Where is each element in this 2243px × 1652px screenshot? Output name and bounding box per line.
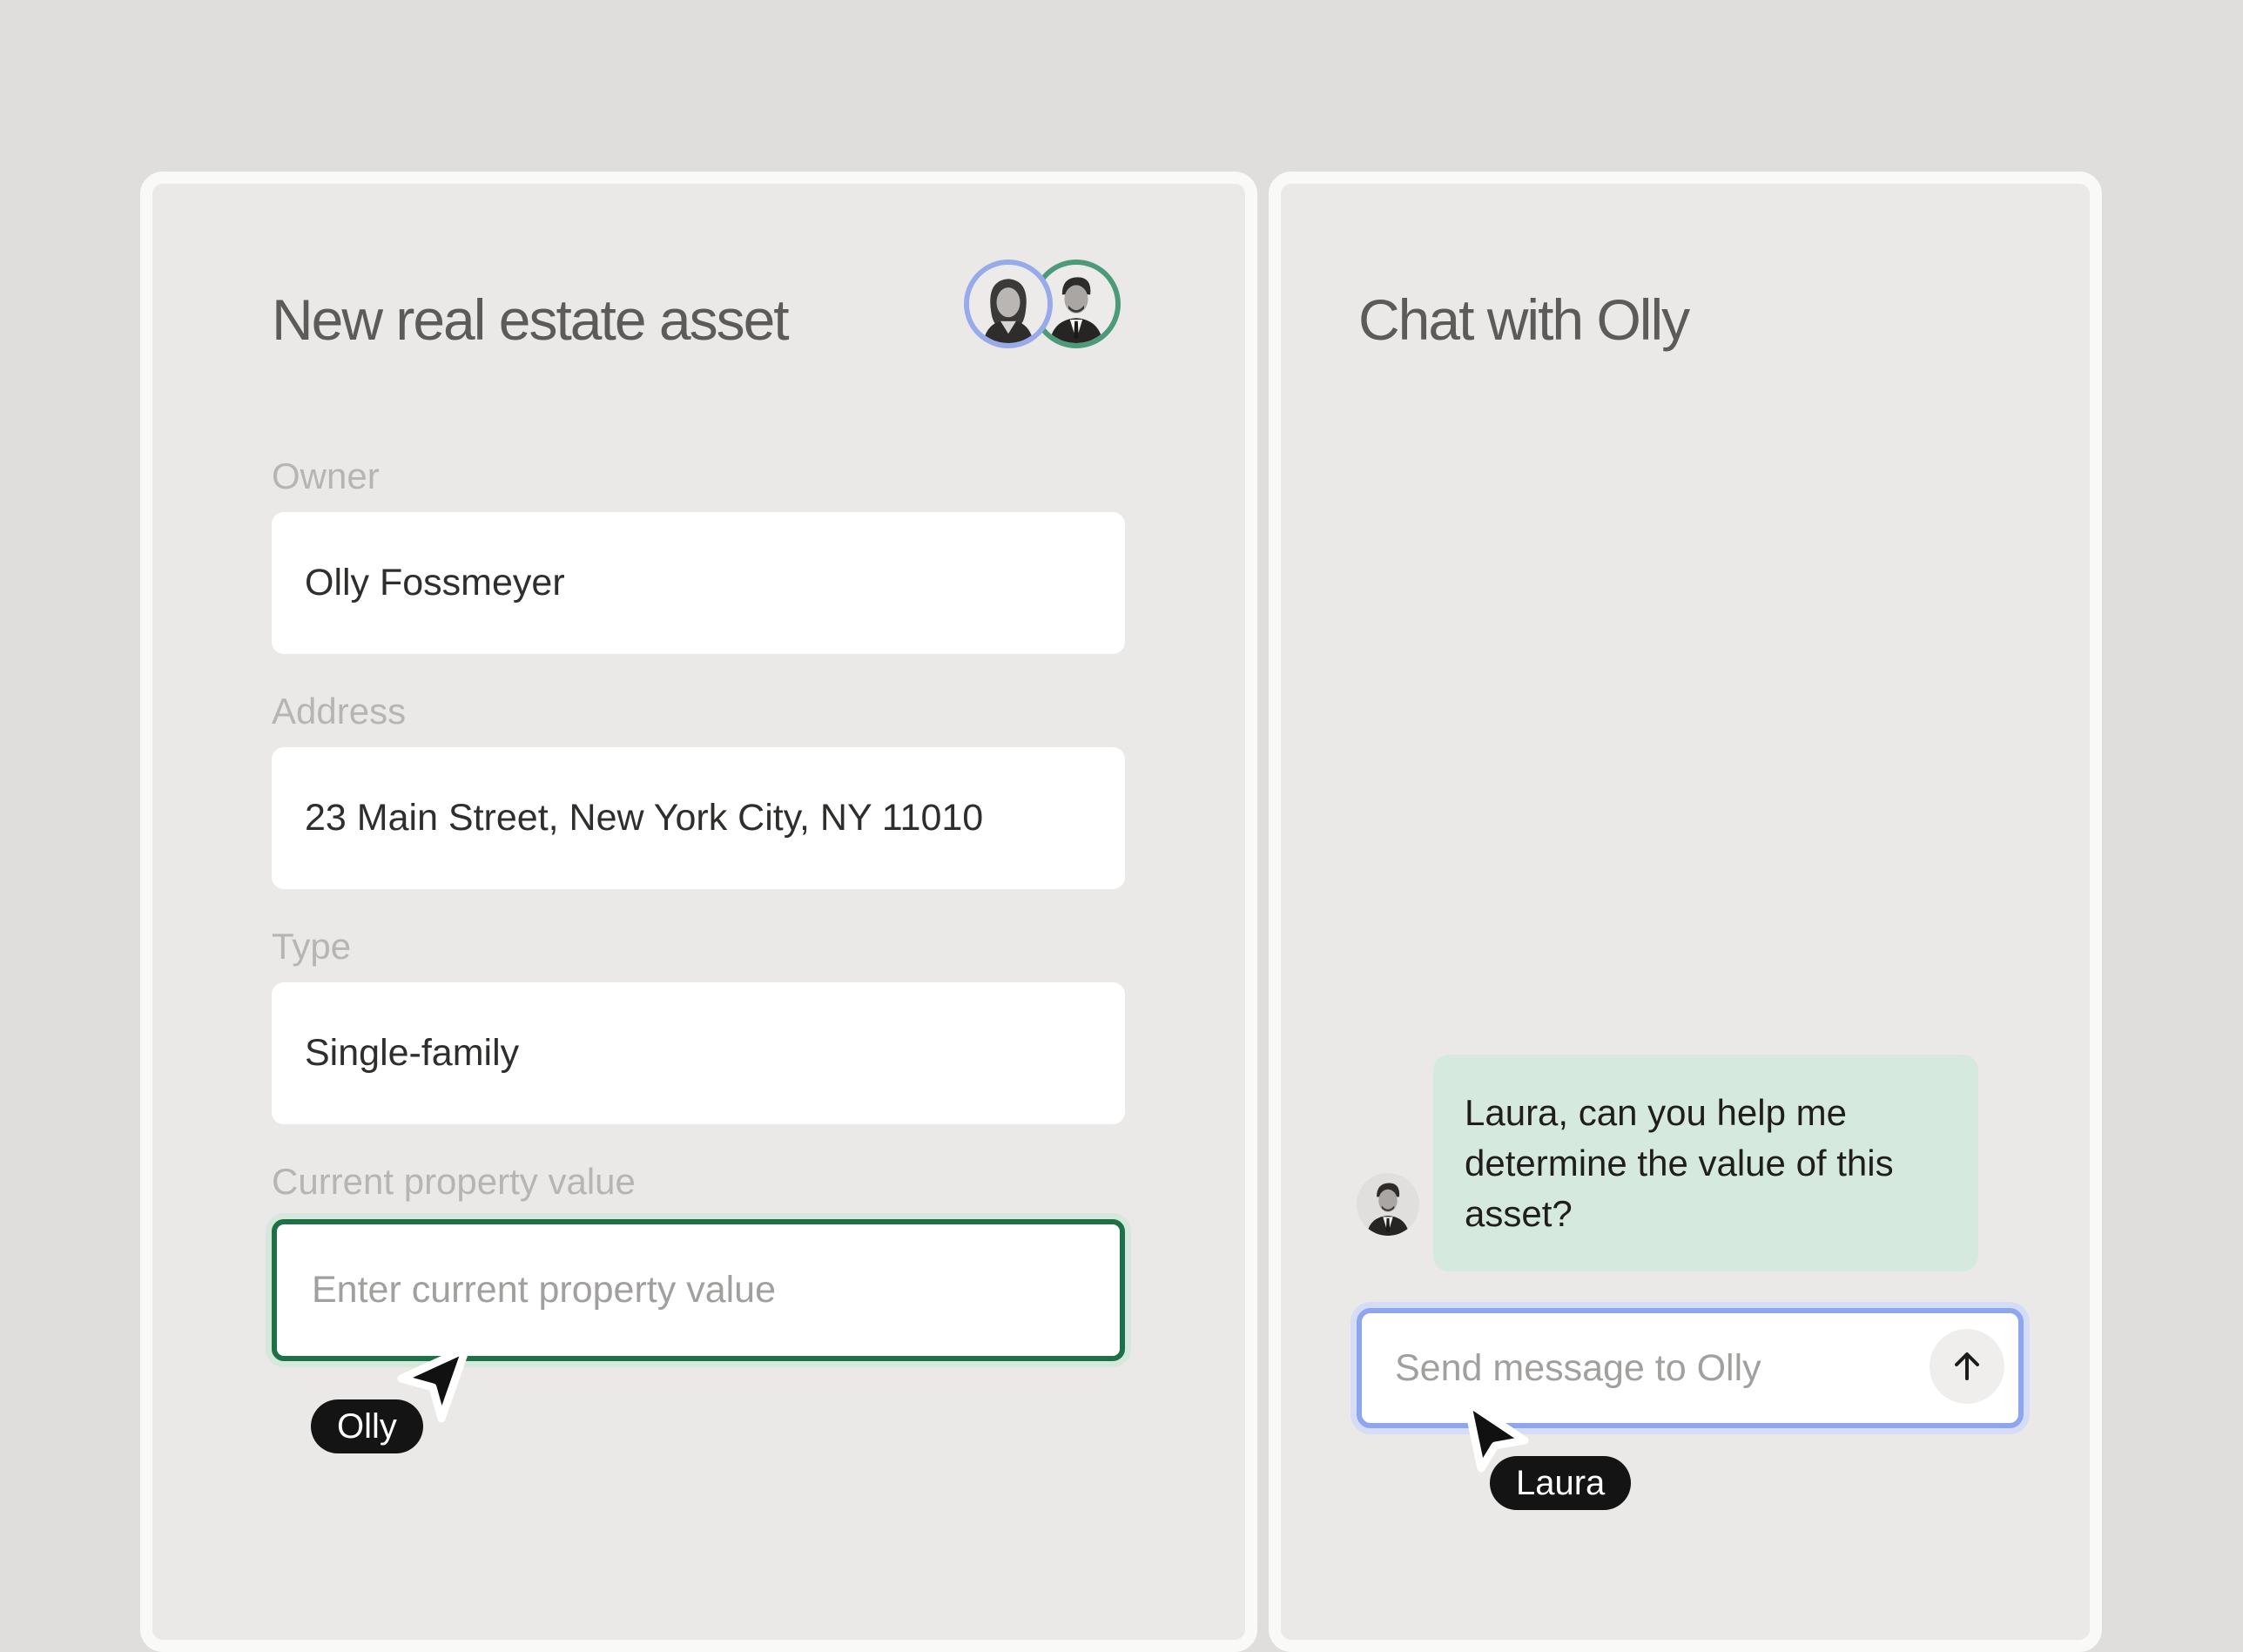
arrow-up-icon xyxy=(1955,1352,1979,1380)
female-avatar-icon xyxy=(969,265,1047,343)
owner-field[interactable]: Olly Fossmeyer xyxy=(272,512,1125,654)
chat-title: Chat with Olly xyxy=(1358,287,1690,352)
message-sender-avatar xyxy=(1357,1173,1419,1236)
form-title: New real estate asset xyxy=(272,287,790,352)
type-label: Type xyxy=(272,926,352,967)
chat-panel: Chat with Olly Laura, can you help me de… xyxy=(1269,172,2102,1652)
collaborator-avatar-laura[interactable] xyxy=(964,260,1053,348)
type-field[interactable]: Single-family xyxy=(272,982,1125,1124)
laura-cursor-tag: Laura xyxy=(1490,1456,1632,1510)
owner-label: Owner xyxy=(272,455,380,496)
address-field[interactable]: 23 Main Street, New York City, NY 11010 xyxy=(272,747,1125,889)
olly-cursor-tag: Olly xyxy=(311,1399,423,1453)
asset-form-panel: New real estate asset Owner Olly Fossmey… xyxy=(140,172,1257,1652)
address-label: Address xyxy=(272,691,407,732)
send-button[interactable] xyxy=(1930,1329,2004,1404)
property-value-label: Current property value xyxy=(272,1161,636,1202)
chat-message-bubble: Laura, can you help me determine the val… xyxy=(1433,1055,1978,1271)
male-avatar-icon xyxy=(1357,1173,1419,1236)
chat-input-placeholder: Send message to Olly xyxy=(1395,1346,1761,1389)
